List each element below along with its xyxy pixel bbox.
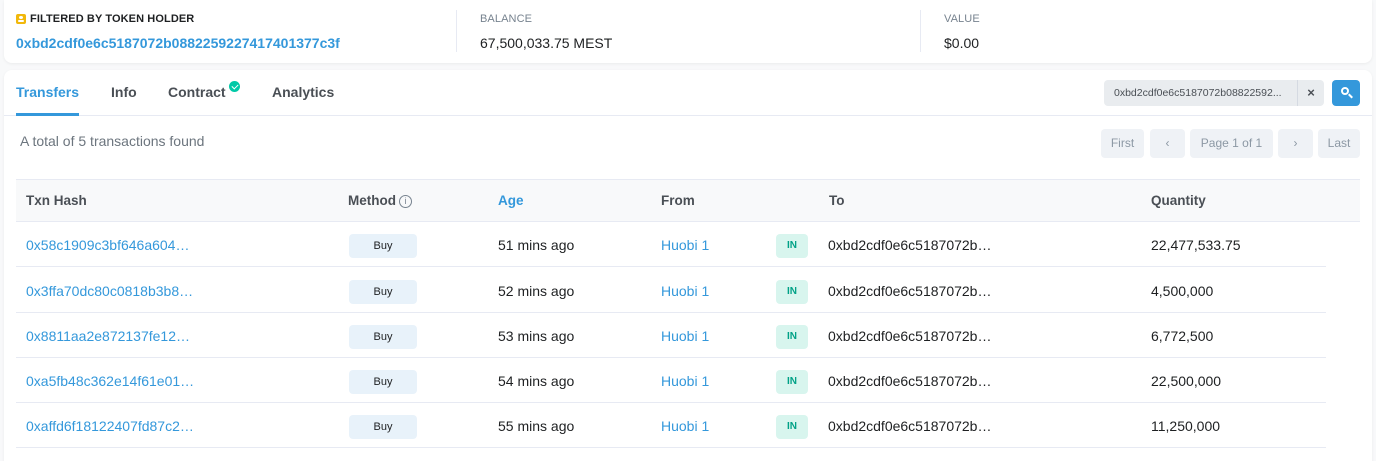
txn-hash-link[interactable]: 0xaffd6f18122407fd87c2… [26,418,194,434]
quantity-cell: 4,500,000 [1151,283,1214,299]
txn-hash-link[interactable]: 0x58c1909c3bf646a604… [26,237,189,253]
direction-badge: IN [776,234,808,258]
age-cell: 52 mins ago [498,283,575,299]
page-indicator: Page 1 of 1 [1190,129,1273,158]
to-address: 0xbd2cdf0e6c5187072b… [828,418,992,434]
direction-badge: IN [776,370,808,394]
age-cell: 54 mins ago [498,373,575,389]
tab-info[interactable]: Info [111,84,137,100]
next-page-button[interactable]: › [1278,129,1313,158]
token-holder-icon [16,14,26,24]
method-badge: Buy [349,415,417,439]
info-circle-icon[interactable]: i [399,195,412,208]
txn-hash-link[interactable]: 0x3ffa70dc80c0818b3b8… [26,283,193,299]
method-badge: Buy [349,234,417,258]
from-link[interactable]: Huobi 1 [661,328,709,344]
age-cell: 53 mins ago [498,328,575,344]
transfers-card: Transfers Info Contract Analytics 0xbd2c… [4,70,1372,461]
header-txn-hash: Txn Hash [26,193,87,208]
value-label: VALUE [944,13,980,25]
divider [456,10,457,52]
balance-label: BALANCE [480,13,533,25]
total-transactions-text: A total of 5 transactions found [20,133,205,149]
to-address: 0xbd2cdf0e6c5187072b… [828,283,992,299]
table-row: 0x3ffa70dc80c0818b3b8… Buy 52 mins ago H… [16,268,1326,313]
method-badge: Buy [349,370,417,394]
direction-badge: IN [776,325,808,349]
from-link[interactable]: Huobi 1 [661,418,709,434]
balance-value: 67,500,033.75 MEST [480,35,613,51]
check-circle-icon [229,81,240,92]
header-age[interactable]: Age [498,193,524,208]
tab-contract[interactable]: Contract [168,84,226,100]
from-link[interactable]: Huobi 1 [661,373,709,389]
method-badge: Buy [349,325,417,349]
holder-label: FILTERED BY TOKEN HOLDER [30,13,195,25]
table-row: 0xaffd6f18122407fd87c2… Buy 55 mins ago … [16,403,1326,448]
divider [920,10,921,52]
header-method: Method i [348,193,412,208]
active-tab-indicator [16,113,79,116]
tab-analytics[interactable]: Analytics [272,84,334,100]
to-address: 0xbd2cdf0e6c5187072b… [828,237,992,253]
last-page-button[interactable]: Last [1318,129,1360,158]
clear-filter-button[interactable]: × [1297,80,1324,106]
quantity-cell: 11,250,000 [1151,418,1221,434]
header-from: From [661,193,695,208]
table-row: 0x58c1909c3bf646a604… Buy 51 mins ago Hu… [16,222,1326,267]
address-filter-input[interactable]: 0xbd2cdf0e6c5187072b08822592... [1104,80,1297,106]
quantity-cell: 22,500,000 [1151,373,1222,389]
header-method-label: Method [348,193,396,208]
holder-address-link[interactable]: 0xbd2cdf0e6c5187072b0882259227417401377c… [16,35,340,51]
age-cell: 55 mins ago [498,418,575,434]
value-section: VALUE $0.00 [944,12,980,51]
prev-page-button[interactable]: ‹ [1150,129,1185,158]
from-link[interactable]: Huobi 1 [661,283,709,299]
balance-section: BALANCE 67,500,033.75 MEST [480,12,612,51]
header-quantity: Quantity [1151,193,1206,208]
txn-hash-link[interactable]: 0xa5fb48c362e14f61e01… [26,373,194,389]
header-to: To [829,193,845,208]
tab-bar: Transfers Info Contract Analytics 0xbd2c… [4,70,1372,116]
first-page-button[interactable]: First [1101,129,1144,158]
method-badge: Buy [349,280,417,304]
value-value: $0.00 [944,35,980,51]
token-holder-summary: FILTERED BY TOKEN HOLDER 0xbd2cdf0e6c518… [4,0,1372,63]
holder-section: FILTERED BY TOKEN HOLDER 0xbd2cdf0e6c518… [16,12,340,51]
quantity-cell: 6,772,500 [1151,328,1214,344]
search-button[interactable] [1332,80,1360,106]
tab-transfers[interactable]: Transfers [16,84,79,100]
quantity-cell: 22,477,533.75 [1151,237,1241,253]
to-address: 0xbd2cdf0e6c5187072b… [828,328,992,344]
to-address: 0xbd2cdf0e6c5187072b… [828,373,992,389]
direction-badge: IN [776,415,808,439]
table-row: 0x8811aa2e872137fe12… Buy 53 mins ago Hu… [16,313,1326,358]
table-row: 0xa5fb48c362e14f61e01… Buy 54 mins ago H… [16,358,1326,403]
from-link[interactable]: Huobi 1 [661,237,709,253]
direction-badge: IN [776,280,808,304]
age-cell: 51 mins ago [498,237,575,253]
txn-hash-link[interactable]: 0x8811aa2e872137fe12… [26,328,190,344]
table-header: Txn Hash Method i Age From To Quantity [16,179,1360,222]
